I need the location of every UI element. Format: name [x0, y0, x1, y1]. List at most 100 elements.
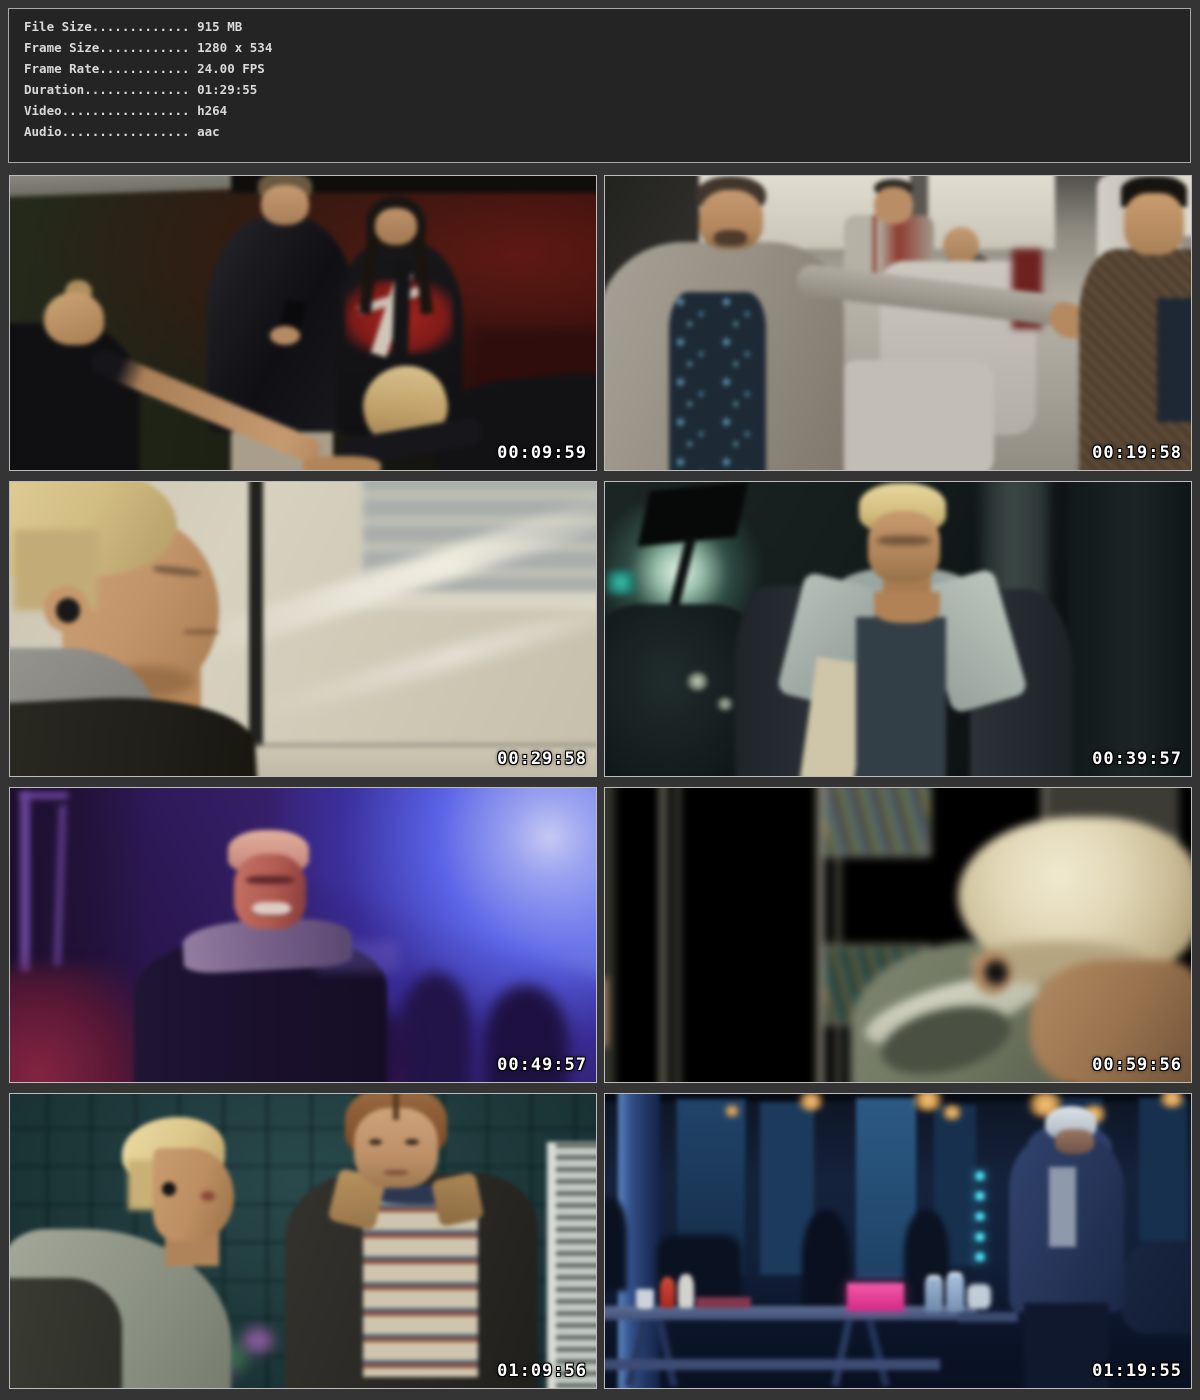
scene-shape — [201, 1191, 215, 1200]
pink-box-shape — [847, 1283, 904, 1311]
screenshot-frame: 00:59:56 — [604, 787, 1192, 1083]
timestamp-overlay: 00:29:58 — [497, 749, 587, 769]
timestamp-overlay: 00:09:59 — [497, 443, 587, 463]
person-silhouette — [604, 1198, 627, 1291]
info-value: 1280 x 534 — [197, 40, 272, 55]
cup-shape — [636, 1289, 654, 1309]
timestamp-overlay: 00:19:58 — [1092, 443, 1182, 463]
info-dots: ............ — [99, 40, 189, 55]
scene-shape — [547, 1142, 557, 1389]
scene-art-dark-room — [9, 175, 597, 471]
scene-shape — [183, 629, 219, 635]
cyan-light-dot — [975, 1191, 985, 1201]
info-dots: .............. — [84, 82, 189, 97]
cyan-light-dot — [975, 1212, 985, 1222]
scene-shape — [553, 1142, 597, 1389]
info-row-duration: Duration.............. 01:29:55 — [24, 79, 1190, 100]
timestamp-overlay: 01:19:55 — [1092, 1361, 1182, 1381]
scene-shape — [877, 536, 931, 545]
bench-shape — [604, 1359, 940, 1370]
bottle-shape — [925, 1275, 943, 1312]
scene-shape — [838, 360, 995, 471]
info-value: 24.00 FPS — [197, 61, 265, 76]
person-silhouette — [802, 1210, 850, 1315]
info-label: Duration — [24, 82, 84, 97]
info-value: 915 MB — [197, 19, 242, 34]
scene-shape — [249, 481, 263, 777]
info-row-frame-rate: Frame Rate............ 24.00 FPS — [24, 58, 1190, 79]
car-silhouette — [1121, 1241, 1192, 1334]
scene-shape — [669, 292, 765, 471]
scene-shape — [606, 570, 636, 595]
info-value: aac — [197, 124, 220, 139]
timestamp-overlay: 00:49:57 — [497, 1055, 587, 1075]
scene-shape — [696, 1297, 750, 1308]
screenshot-frame: 00:39:57 — [604, 481, 1192, 777]
scene-art-club — [9, 787, 597, 1083]
bottle-shape — [660, 1277, 674, 1308]
scene-shape — [9, 787, 597, 1083]
scene-shape — [243, 1328, 273, 1353]
info-label: Frame Size — [24, 40, 99, 55]
scene-shape — [1157, 298, 1192, 422]
info-dots: ............ — [99, 61, 189, 76]
cyan-light-dot — [975, 1171, 985, 1181]
info-row-file-size: File Size............. 915 MB — [24, 16, 1190, 37]
screenshot-frame: 00:09:59 — [9, 175, 597, 471]
light-bokeh — [940, 1105, 964, 1121]
info-dots: ............. — [92, 19, 190, 34]
timestamp-overlay: 00:39:57 — [1092, 749, 1182, 769]
light-bokeh — [796, 1093, 826, 1111]
info-label: File Size — [24, 19, 92, 34]
info-value: 01:29:55 — [197, 82, 257, 97]
scene-shape — [1067, 481, 1192, 777]
timestamp-overlay: 00:59:56 — [1092, 1055, 1182, 1075]
bottle-shape — [946, 1272, 964, 1312]
scene-shape — [384, 1170, 408, 1175]
scene-shape — [874, 592, 940, 623]
framed-art — [823, 787, 931, 857]
table-shape — [958, 1312, 1018, 1321]
screenshot-frame: 01:19:55 — [604, 1093, 1192, 1389]
earbud-shape — [56, 598, 80, 623]
scene-shape — [9, 1278, 122, 1389]
window-shape — [1139, 1098, 1187, 1241]
timestamp-overlay: 01:09:56 — [497, 1361, 587, 1381]
scene-art-van-interior — [604, 175, 1192, 471]
scene-shape — [874, 187, 913, 224]
scene-art-profile-window — [9, 481, 597, 777]
scene-shape — [303, 456, 381, 471]
info-row-video: Video.................h264 — [24, 100, 1190, 121]
table-shape — [604, 1306, 976, 1320]
screenshot-frame: 00:19:58 — [604, 175, 1192, 471]
screenshot-frame: 01:09:56 — [9, 1093, 597, 1389]
scene-shape — [405, 1139, 418, 1145]
scene-shape — [375, 208, 417, 245]
scene-shape — [261, 185, 309, 225]
scene-shape — [1049, 1167, 1076, 1248]
info-row-frame-size: Frame Size............ 1280 x 534 — [24, 37, 1190, 58]
scene-art-cage-talk — [9, 1093, 597, 1389]
scene-shape — [1055, 1129, 1094, 1154]
person-silhouette — [868, 511, 940, 582]
media-info-panel: File Size............. 915 MB Frame Size.… — [8, 8, 1191, 163]
scene-shape — [393, 1093, 399, 1120]
info-row-audio: Audio................. aac — [24, 121, 1190, 142]
scene-shape — [675, 787, 680, 1083]
scene-art-blurred-head — [604, 787, 1192, 1083]
info-label: Audio — [24, 124, 62, 139]
scene-art-night-yard — [604, 1093, 1192, 1389]
scene-art-garage — [604, 481, 1192, 777]
scene-shape — [714, 230, 747, 246]
screenshot-frame: 00:49:57 — [9, 787, 597, 1083]
info-value: h264 — [197, 103, 227, 118]
bottle-shape — [678, 1274, 694, 1308]
scene-shape — [369, 1139, 382, 1145]
info-dots: ................. — [62, 124, 190, 139]
cyan-light-dot — [975, 1252, 985, 1262]
info-dots: ................. — [62, 103, 190, 118]
info-label: Frame Rate — [24, 61, 99, 76]
scene-shape — [856, 617, 946, 777]
screenshot-frame: 00:29:58 — [9, 481, 597, 777]
cyan-light-dot — [975, 1232, 985, 1242]
